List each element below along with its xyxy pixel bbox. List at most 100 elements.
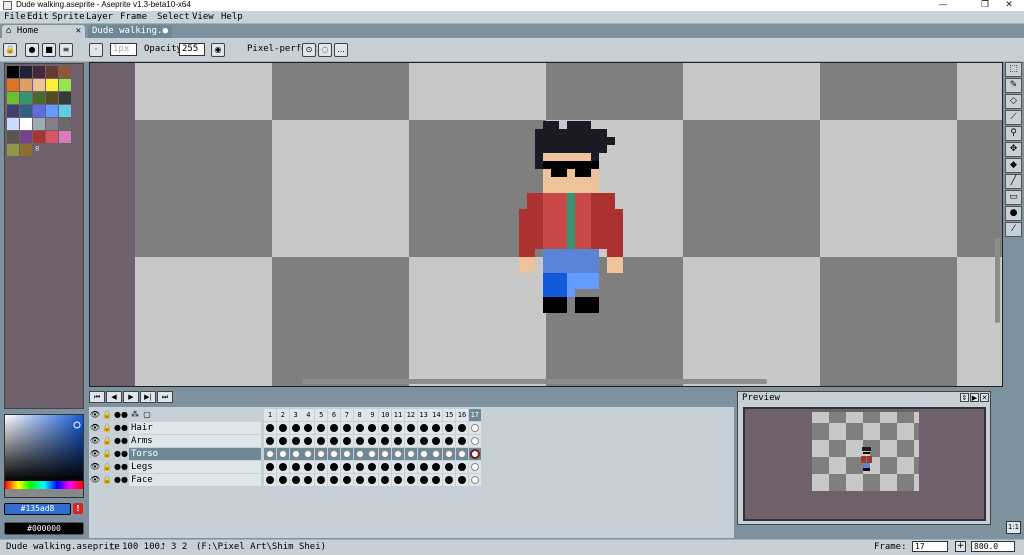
cel[interactable]	[315, 422, 328, 434]
cel[interactable]	[366, 461, 379, 473]
cel[interactable]	[276, 435, 289, 447]
cel[interactable]	[468, 435, 481, 447]
preview-canvas[interactable]	[743, 407, 986, 521]
cel[interactable]	[443, 448, 456, 460]
palette-swatch[interactable]	[20, 131, 32, 143]
cel[interactable]	[315, 461, 328, 473]
palette-swatch[interactable]	[46, 92, 58, 104]
cel[interactable]	[264, 461, 276, 473]
frame-number[interactable]: 10	[379, 409, 392, 421]
vertical-scrollbar[interactable]	[995, 238, 1000, 323]
cel[interactable]	[430, 435, 443, 447]
cel[interactable]	[468, 448, 481, 460]
cel[interactable]	[264, 422, 276, 434]
cel[interactable]	[404, 461, 417, 473]
cel[interactable]	[264, 448, 276, 460]
continuous-icon[interactable]: ●●	[114, 435, 128, 447]
cel[interactable]	[443, 461, 456, 473]
eye-icon[interactable]: 👁	[89, 448, 101, 460]
menu-view[interactable]: View	[192, 11, 214, 24]
fill-tool[interactable]: ◆	[1005, 158, 1022, 173]
palette-swatch[interactable]	[46, 66, 58, 78]
palette-swatch[interactable]	[59, 131, 71, 143]
reference-icon[interactable]: ▢	[141, 409, 153, 421]
preview-play-button[interactable]: ▶	[970, 393, 979, 402]
more-options-button[interactable]: ...	[334, 43, 348, 57]
eye-icon[interactable]: 👁	[89, 474, 101, 486]
rectangle-tool[interactable]: ▭	[1005, 190, 1022, 205]
palette-swatch[interactable]	[7, 105, 19, 117]
cel[interactable]	[404, 435, 417, 447]
cel[interactable]	[430, 448, 443, 460]
brush-menu-button[interactable]: ≡	[59, 43, 73, 57]
cel[interactable]	[340, 435, 353, 447]
cel[interactable]	[340, 474, 353, 486]
menu-frame[interactable]: Frame	[120, 11, 147, 24]
cel[interactable]	[353, 448, 366, 460]
cel[interactable]	[328, 474, 340, 486]
horizontal-scrollbar[interactable]	[302, 379, 767, 384]
cel[interactable]	[366, 448, 379, 460]
frame-number[interactable]: 15	[443, 409, 456, 421]
zoom-tool[interactable]: ⚲	[1005, 126, 1022, 141]
last-frame-button[interactable]: ⏭	[157, 391, 173, 403]
cel[interactable]	[353, 461, 366, 473]
frame-number[interactable]: 1	[264, 409, 276, 421]
palette-swatch[interactable]	[7, 144, 19, 156]
cel[interactable]	[289, 461, 302, 473]
cel[interactable]	[302, 448, 315, 460]
cel[interactable]	[404, 448, 417, 460]
palette-swatch[interactable]	[20, 105, 32, 117]
marquee-tool[interactable]: ⬚	[1005, 62, 1022, 77]
dynamics-button[interactable]: ◌	[318, 43, 332, 57]
first-frame-button[interactable]: ⏮	[89, 391, 105, 403]
palette-swatch[interactable]	[59, 105, 71, 117]
tab-document[interactable]: Dude walking.a ●	[88, 25, 172, 38]
brush-type-button[interactable]: ●	[25, 43, 39, 57]
palette-swatch[interactable]	[33, 131, 45, 143]
frame-number[interactable]: 16	[456, 409, 468, 421]
palette-swatch[interactable]	[20, 92, 32, 104]
cel[interactable]	[353, 474, 366, 486]
palette-swatch[interactable]	[46, 79, 58, 91]
frame-number[interactable]: 14	[430, 409, 443, 421]
lock-alpha-button[interactable]: 🔒	[3, 43, 17, 57]
one-to-one-zoom-button[interactable]: 1:1	[1006, 521, 1021, 534]
layer-row[interactable]: 👁 🔒 ●● Hair	[89, 422, 264, 434]
menu-sprite[interactable]: Sprite	[52, 11, 85, 24]
eye-icon[interactable]: 👁	[89, 435, 101, 447]
continuous-icon[interactable]: ●●	[114, 461, 128, 473]
cel[interactable]	[468, 422, 481, 434]
cel[interactable]	[264, 435, 276, 447]
eye-icon[interactable]: 👁	[89, 422, 101, 434]
background-color-button[interactable]: #000000	[4, 522, 84, 535]
menu-layer[interactable]: Layer	[86, 11, 113, 24]
menu-help[interactable]: Help	[221, 11, 243, 24]
cel[interactable]	[315, 474, 328, 486]
tab-home[interactable]: ⌂ Home ✕	[2, 25, 85, 38]
cel[interactable]	[404, 474, 417, 486]
palette-swatch[interactable]	[20, 66, 32, 78]
brush-shape-button[interactable]: ·	[89, 43, 103, 57]
cel[interactable]	[392, 461, 404, 473]
add-frame-button[interactable]: +	[955, 541, 966, 552]
unsaved-dot-icon[interactable]: ●	[163, 25, 168, 37]
palette-swatch[interactable]	[33, 118, 45, 130]
cel[interactable]	[430, 474, 443, 486]
cel[interactable]	[379, 422, 392, 434]
preview-pin-button[interactable]: ⇕	[960, 393, 969, 402]
cel[interactable]	[328, 422, 340, 434]
palette-swatch[interactable]	[20, 79, 32, 91]
cel[interactable]	[302, 461, 315, 473]
menu-edit[interactable]: Edit	[27, 11, 49, 24]
cel[interactable]	[443, 435, 456, 447]
palette-swatch[interactable]	[33, 92, 45, 104]
palette-swatch[interactable]	[33, 105, 45, 117]
cel[interactable]	[456, 435, 468, 447]
cel[interactable]	[456, 448, 468, 460]
padlock-icon[interactable]: 🔒	[101, 461, 113, 473]
frame-field[interactable]: 17	[912, 541, 948, 552]
layer-row[interactable]: 👁 🔒 ●● Arms	[89, 435, 264, 447]
color-picker[interactable]	[4, 414, 84, 498]
opacity-field[interactable]: 255	[179, 43, 205, 56]
